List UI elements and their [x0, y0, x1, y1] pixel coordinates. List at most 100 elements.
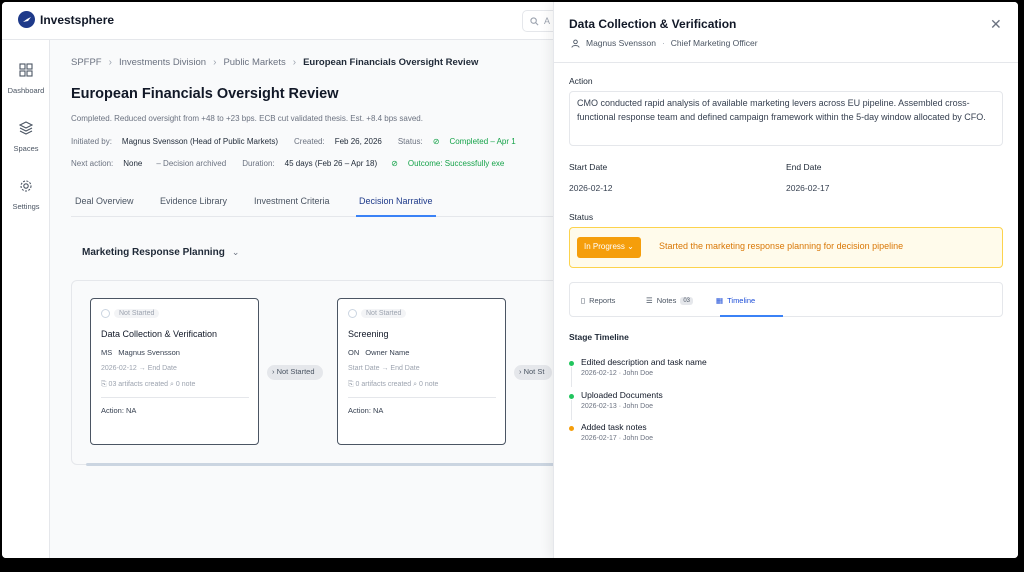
- stage-card[interactable]: Not Started Data Collection & Verificati…: [90, 298, 259, 445]
- user-icon: [571, 39, 580, 48]
- tab-decision-narrative[interactable]: Decision Narrative: [359, 196, 433, 206]
- logo-icon: [18, 11, 35, 28]
- stage-artifacts: ⎘ 0 artifacts created ⌕ 0 note: [348, 381, 439, 388]
- status-pill: Not Started: [101, 309, 160, 318]
- check-circle-icon: ⊘: [391, 159, 398, 168]
- stage-card[interactable]: Not Started Screening ON Owner Name Star…: [337, 298, 506, 445]
- stage-owner: MS Magnus Svensson: [101, 348, 180, 357]
- sidebar: Dashboard Spaces Settings: [2, 40, 50, 558]
- timeline-dot: [569, 361, 574, 366]
- chevron-right-icon: ›: [292, 57, 297, 68]
- tab-label: Notes: [656, 296, 677, 305]
- connector-label: Not Started: [276, 367, 315, 376]
- meta-row: Next action: None – Decision archived Du…: [71, 159, 504, 168]
- chevron-down-icon: ⌄: [231, 247, 240, 257]
- tab-investment-criteria[interactable]: Investment Criteria: [254, 196, 330, 206]
- breadcrumb-item[interactable]: SPFPF: [71, 57, 102, 68]
- tab-evidence-library[interactable]: Evidence Library: [160, 196, 227, 206]
- status-panel: In Progress ⌄ Started the marketing resp…: [569, 227, 1003, 268]
- tab-bar: Deal Overview Evidence Library Investmen…: [71, 190, 591, 217]
- stage-dropdown[interactable]: Marketing Response Planning ⌄: [82, 247, 239, 258]
- timeline-meta: 2026-02-17 · John Doe: [581, 435, 653, 442]
- timeline-title: Added task notes: [581, 422, 647, 432]
- divider: [554, 62, 1018, 63]
- list-icon: ☰: [646, 296, 653, 305]
- timeline-meta: 2026-02-13 · John Doe: [581, 403, 653, 410]
- start-date-value[interactable]: 2026-02-12: [569, 183, 612, 193]
- tab-reports[interactable]: ▯ Reports: [581, 296, 615, 305]
- owner-name: Magnus Svensson: [118, 348, 180, 357]
- connector-badge: › Not St: [514, 365, 553, 380]
- owner-role: Chief Marketing Officer: [670, 38, 758, 48]
- sidebar-item-settings[interactable]: Settings: [2, 179, 50, 214]
- status-dot-icon: [348, 309, 357, 318]
- tab-label: Timeline: [727, 296, 756, 305]
- status-dot-icon: [101, 309, 110, 318]
- timeline-heading: Stage Timeline: [569, 332, 629, 342]
- status-label: Status:: [397, 137, 423, 146]
- sidebar-item-label: Spaces: [13, 144, 39, 153]
- timeline-title: Uploaded Documents: [581, 390, 663, 400]
- status-note: Started the marketing response planning …: [659, 241, 904, 251]
- decision-status: – Decision archived: [156, 159, 227, 168]
- outcome-value: Outcome: Successfully exe: [407, 159, 505, 168]
- gear-icon: [20, 180, 32, 192]
- initiated-label: Initiated by:: [71, 137, 112, 146]
- avatar: ON: [348, 348, 360, 357]
- start-date-label: Start Date: [569, 162, 608, 172]
- tab-notes[interactable]: ☰ Notes 03: [646, 296, 694, 305]
- sidebar-item-label: Dashboard: [7, 86, 45, 95]
- grid-icon: [19, 63, 33, 77]
- stage-status: Not Started: [114, 309, 160, 318]
- end-date-value[interactable]: 2026-02-17: [786, 183, 829, 193]
- close-icon[interactable]: ✕: [990, 16, 1002, 33]
- search-icon: [530, 16, 539, 25]
- timeline-line: [571, 367, 572, 387]
- stage-action: Action: NA: [101, 406, 137, 415]
- connector-badge: › Not Started: [267, 365, 323, 380]
- drawer-owner: Magnus Svensson · Chief Marketing Office…: [571, 38, 758, 48]
- chevron-right-icon: ›: [272, 367, 275, 376]
- notes-count-badge: 03: [680, 296, 694, 305]
- document-icon: ▯: [581, 296, 586, 305]
- status-dropdown[interactable]: In Progress ⌄: [577, 237, 641, 258]
- separator-dot: ·: [661, 38, 665, 48]
- drawer-tab-bar: ▯ Reports ☰ Notes 03 ▦ Timeline: [569, 282, 1003, 317]
- timeline-dot: [569, 394, 574, 399]
- breadcrumb: SPFPF › Investments Division › Public Ma…: [71, 57, 478, 68]
- stage-action: Action: NA: [348, 406, 384, 415]
- created-label: Created:: [294, 137, 325, 146]
- action-textarea[interactable]: CMO conducted rapid analysis of availabl…: [569, 91, 1003, 146]
- sidebar-item-spaces[interactable]: Spaces: [2, 121, 50, 156]
- tab-deal-overview[interactable]: Deal Overview: [75, 196, 134, 206]
- main-content: SPFPF › Investments Division › Public Ma…: [50, 40, 610, 558]
- stage-artifacts: ⎘ 03 artifacts created ⌕ 0 note: [101, 381, 196, 388]
- end-date-label: End Date: [786, 162, 822, 172]
- status-value: Completed – Apr 1: [449, 137, 516, 146]
- chevron-right-icon: ›: [108, 57, 112, 68]
- status-value: In Progress: [584, 242, 625, 251]
- sidebar-item-dashboard[interactable]: Dashboard: [2, 63, 50, 98]
- chevron-down-icon: ⌄: [627, 242, 634, 251]
- search-placeholder: A: [544, 16, 551, 26]
- owner-name: Owner Name: [365, 348, 410, 357]
- next-action-value: None: [123, 159, 143, 168]
- breadcrumb-item[interactable]: Public Markets: [223, 57, 285, 68]
- connector-label: Not St: [523, 367, 545, 376]
- breadcrumb-item[interactable]: Investments Division: [119, 57, 206, 68]
- sidebar-item-label: Settings: [12, 202, 40, 211]
- active-tab-indicator: [720, 315, 783, 317]
- timeline-line: [571, 400, 572, 420]
- horizontal-scrollbar[interactable]: [86, 463, 556, 466]
- page-title: European Financials Oversight Review: [71, 86, 339, 102]
- page-summary: Completed. Reduced oversight from +48 to…: [71, 114, 423, 123]
- app-name: Investsphere: [40, 12, 115, 27]
- active-tab-indicator: [356, 215, 436, 217]
- status-label: Status: [569, 212, 594, 222]
- tab-timeline[interactable]: ▦ Timeline: [716, 296, 755, 305]
- timeline-meta: 2026-02-12 · John Doe: [581, 370, 653, 377]
- logo[interactable]: Investsphere: [18, 11, 114, 28]
- stage-title: Data Collection & Verification: [101, 329, 218, 339]
- initiated-value: Magnus Svensson (Head of Public Markets): [121, 137, 278, 146]
- check-circle-icon: ⊘: [432, 137, 440, 146]
